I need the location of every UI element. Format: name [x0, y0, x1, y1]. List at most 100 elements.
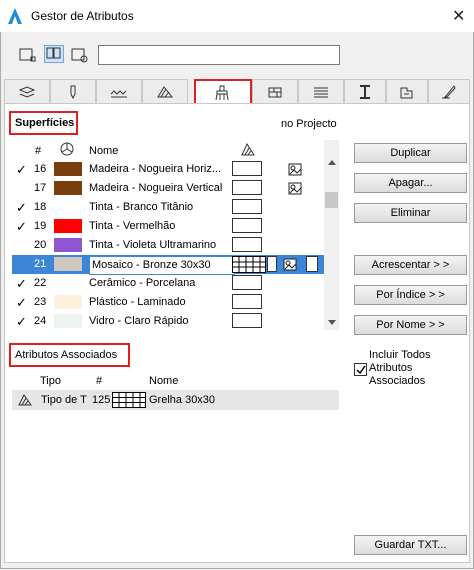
delete-button[interactable]: Apagar... — [354, 173, 467, 193]
fill-empty-box[interactable] — [232, 161, 262, 176]
color-wheel-icon[interactable] — [60, 142, 74, 156]
color-swatch — [54, 276, 82, 290]
view-list-icon[interactable] — [18, 46, 38, 64]
fill-empty-box[interactable] — [232, 180, 262, 195]
search-input[interactable] — [98, 45, 340, 65]
tab-layers[interactable] — [4, 79, 50, 103]
scroll-thumb[interactable] — [325, 192, 338, 208]
surface-number: 23 — [34, 296, 47, 308]
in-project-check[interactable]: ✓ — [16, 293, 27, 312]
grid-pattern-icon — [112, 392, 146, 408]
surface-number: 22 — [34, 277, 47, 289]
surface-name: Madeira - Nogueira Vertical — [89, 182, 223, 194]
line-type-icon — [110, 89, 127, 97]
close-icon[interactable]: ✕ — [452, 6, 465, 26]
assoc-column-type[interactable]: Tipo — [40, 375, 61, 387]
duplicate-button[interactable]: Duplicar — [354, 143, 467, 163]
color-swatch — [54, 219, 82, 233]
fill-empty-box[interactable] — [232, 237, 262, 252]
surface-name: Vidro - Claro Rápido — [89, 315, 189, 327]
color-swatch — [54, 200, 82, 214]
grid-fill-icon[interactable] — [232, 256, 266, 273]
surface-name: Tinta - Vermelhão — [89, 220, 176, 232]
in-project-check[interactable]: ✓ — [16, 198, 27, 217]
tab-fills[interactable] — [142, 79, 188, 103]
surfaces-section-label: Superfícies — [9, 111, 78, 135]
surface-row[interactable]: 17 Madeira - Nogueira Vertical — [12, 179, 328, 198]
surface-name: Plástico - Laminado — [89, 296, 186, 308]
fill-empty-box[interactable] — [232, 275, 262, 290]
zone-icon — [400, 87, 413, 98]
fill-empty-box[interactable] — [232, 199, 262, 214]
tab-pens[interactable] — [50, 79, 96, 103]
surface-number: 19 — [34, 220, 47, 232]
surface-row[interactable]: ✓ 24 Vidro - Claro Rápido — [12, 312, 328, 330]
assoc-column-name[interactable]: Nome — [149, 375, 178, 387]
fill-column-icon[interactable] — [241, 143, 255, 156]
layers-icon — [18, 85, 36, 98]
surface-name: Cerâmico - Porcelana — [89, 277, 196, 289]
surface-name: Madeira - Nogueira Horiz... — [89, 163, 222, 175]
in-project-check[interactable]: ✓ — [16, 312, 27, 330]
by-index-button[interactable]: Por Índice > > — [354, 285, 467, 305]
fill-empty-box[interactable] — [232, 294, 262, 309]
surface-number: 20 — [34, 239, 47, 251]
fill-dropdown-arrow-icon[interactable] — [267, 256, 277, 272]
fill-empty-box[interactable] — [232, 218, 262, 233]
texture-dropdown-arrow-icon[interactable] — [306, 256, 318, 272]
in-project-check[interactable]: ✓ — [16, 217, 27, 236]
column-name[interactable]: Nome — [89, 145, 118, 157]
surface-row[interactable]: ✓ 22 Cerâmico - Porcelana — [12, 274, 328, 293]
in-project-check[interactable]: ✓ — [16, 160, 27, 179]
save-txt-button[interactable]: Guardar TXT... — [354, 535, 467, 555]
texture-image-icon[interactable] — [288, 182, 302, 195]
tab-composites[interactable] — [298, 79, 344, 103]
fill-type-icon — [18, 394, 32, 406]
column-number[interactable]: # — [35, 145, 41, 157]
view-split-icon — [46, 47, 61, 59]
fill-icon — [157, 85, 174, 97]
assoc-name: Grelha 30x30 — [149, 394, 216, 406]
surface-name: Tinta - Branco Titânio — [89, 201, 194, 213]
associated-section-label: Atributos Associados — [9, 343, 130, 367]
surface-name: Tinta - Violeta Ultramarino — [89, 239, 217, 251]
assoc-column-number[interactable]: # — [96, 375, 102, 387]
color-swatch — [54, 162, 82, 176]
include-all-checkbox[interactable] — [354, 363, 367, 376]
surface-number: 17 — [34, 182, 47, 194]
assoc-number: 125 — [92, 394, 111, 406]
tab-markup-styles[interactable] — [428, 79, 470, 103]
surface-number: 18 — [34, 201, 47, 213]
surface-row[interactable]: 20 Tinta - Violeta Ultramarino — [12, 236, 328, 255]
tab-line-types[interactable] — [96, 79, 142, 103]
scroll-down-icon[interactable] — [328, 320, 336, 325]
color-swatch — [54, 314, 82, 328]
tab-zones[interactable] — [386, 79, 428, 103]
tab-profiles[interactable] — [344, 79, 386, 103]
surface-row[interactable]: ✓ 23 Plástico - Laminado — [12, 293, 328, 312]
in-project-check[interactable]: ✓ — [16, 274, 27, 293]
by-name-button[interactable]: Por Nome > > — [354, 315, 467, 335]
surfaces-scrollbar[interactable] — [324, 140, 339, 330]
in-project-label: no Projecto — [281, 118, 337, 130]
surface-row[interactable]: ✓ 18 Tinta - Branco Titânio — [12, 198, 328, 217]
tab-building-materials[interactable] — [252, 79, 298, 103]
eliminate-button[interactable]: Eliminar — [354, 203, 467, 223]
associated-row[interactable]: Tipo de T 125 Grelha 30x30 — [12, 390, 339, 410]
color-swatch — [54, 181, 82, 195]
scroll-up-icon[interactable] — [328, 160, 336, 165]
checkmark-icon — [356, 365, 366, 375]
texture-image-icon[interactable] — [288, 163, 302, 176]
add-button[interactable]: Acrescentar > > — [354, 255, 467, 275]
window-title: Gestor de Atributos — [31, 9, 134, 23]
view-detail-icon[interactable] — [70, 46, 90, 64]
tab-surfaces[interactable] — [194, 79, 252, 106]
surface-row[interactable]: ✓ 16 Madeira - Nogueira Horiz... — [12, 160, 328, 179]
color-swatch — [54, 257, 82, 271]
fill-empty-box[interactable] — [232, 313, 262, 328]
surface-row[interactable]: 21 Mosaico - Bronze 30x30 — [12, 255, 328, 275]
texture-image-icon[interactable] — [283, 258, 297, 271]
surface-row[interactable]: ✓ 19 Tinta - Vermelhão — [12, 217, 328, 236]
surfaces-list[interactable]: ✓ 16 Madeira - Nogueira Horiz... 17 Madeira … — [12, 160, 339, 330]
app-logo-icon — [8, 8, 22, 24]
